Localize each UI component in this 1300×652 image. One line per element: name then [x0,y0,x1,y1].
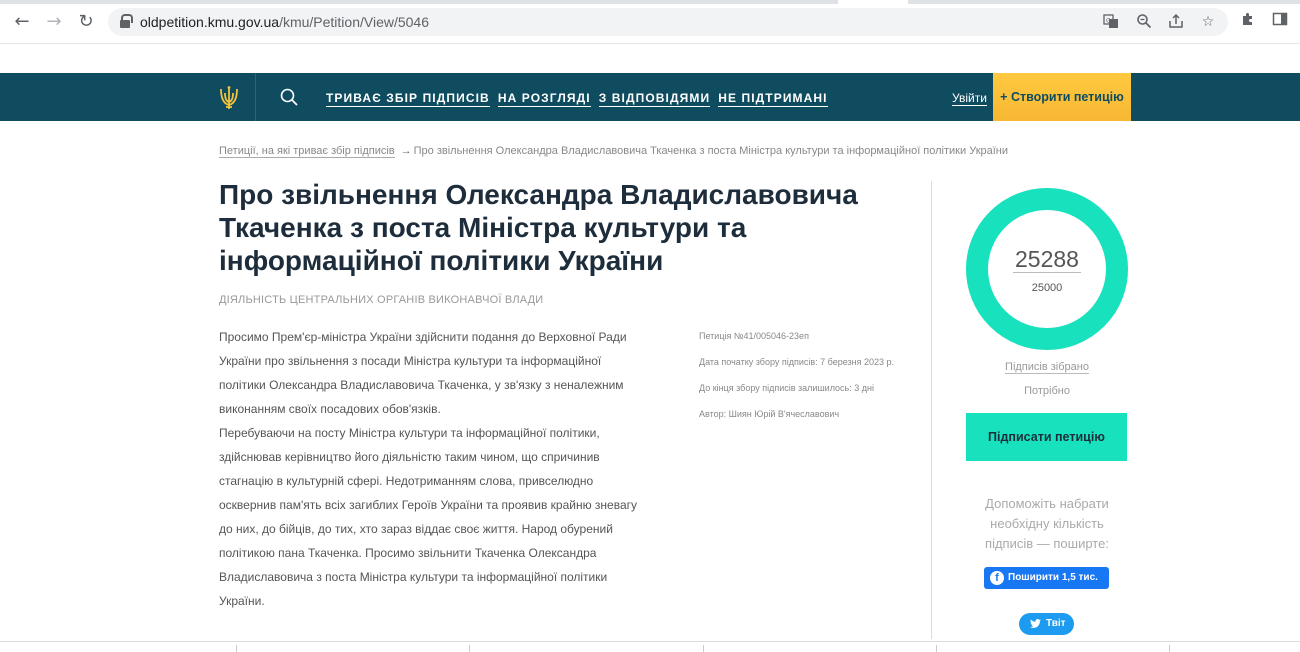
petition-title: Про звільнення Олександра Владиславовича… [219,179,858,276]
header-divider [255,73,256,121]
arrow-right-icon[interactable]: → [42,10,66,34]
needed-label: Потрібно [1024,385,1070,397]
collected-value: 25288 [1013,246,1081,273]
url-path: /kmu/Petition/View/5046 [279,14,430,30]
breadcrumb-current: Про звільнення Олександра Владиславовича… [413,145,1009,157]
breadcrumb: Петиції, на які триває збір підписів → Про… [219,145,1009,158]
signatures-needed-count: 25000 [1031,282,1063,294]
body-line: здійснював керівництво його діяльністю т… [219,450,600,464]
browser-toolbar: ← → ↻ oldpetition.kmu.gov.ua/kmu/Petitio… [0,0,1300,44]
facebook-share-label: Поширити 1,5 тис. [1008,572,1098,583]
breadcrumb-parent-link[interactable]: Петиції, на які триває збір підписів [219,145,395,158]
login-link[interactable]: Увійти [952,91,987,106]
share-icon[interactable] [1167,13,1185,31]
bottom-tick [469,645,470,652]
zoom-icon[interactable] [1135,13,1153,31]
puzzle-icon[interactable] [1238,11,1258,31]
trident-logo-icon[interactable] [218,85,240,111]
petition-meta: Петиція №41/005046-23еп Дата початку збо… [699,331,929,435]
body-line: виконанням своїх посадових обов'язків. [219,402,441,416]
search-icon[interactable] [280,88,298,106]
petition-start-date: Дата початку збору підписів: 7 березня 2… [699,357,895,367]
active-tab[interactable] [838,0,908,4]
body-line: Перебуваючи на посту Міністра культури т… [219,426,600,440]
collected-label-text: Підписів зібрано [1005,361,1089,374]
create-petition-button[interactable]: + Створити петицію [993,73,1131,121]
svg-text:G: G [1106,18,1111,25]
share-help-text: Допоможіть набрати необхідну кількість п… [985,496,1109,551]
side-panel-icon[interactable] [1270,11,1290,31]
petition-body: Просимо Прем'єр-міністра України здійсни… [219,325,689,613]
menu-item-under-review[interactable]: НА РОЗГЛЯДІ [497,91,591,107]
url-text[interactable]: oldpetition.kmu.gov.ua/kmu/Petition/View… [140,14,429,30]
signatures-collected-count: 25288 [966,246,1128,273]
menu-item-ongoing[interactable]: ТРИВАЄ ЗБІР ПІДПИСІВ [326,91,490,107]
body-line: політики Олександра Владиславовича Ткаче… [219,378,624,392]
facebook-share-button[interactable]: f Поширити 1,5 тис. [984,567,1109,589]
petition-author: Автор: Шиян Юрій В'ячеславович [699,409,840,419]
body-line: до них, до бійців, до тих, хто зараз від… [219,522,613,536]
body-line: України про звільнення з посади Міністра… [219,354,602,368]
body-line: Просимо Прем'єр-міністра України здійсни… [219,330,627,344]
petition-remaining: До кінця збору підписів залишилось: 3 дн… [699,383,874,393]
bottom-divider [0,641,1300,642]
twitter-bird-icon [1029,617,1042,630]
menu-item-not-supported[interactable]: НЕ ПІДТРИМАНІ [718,91,828,107]
body-line: політикою пана Ткаченка. Просимо звільни… [219,546,597,560]
tweet-button[interactable]: Твіт [1019,613,1074,635]
menu-item-answered[interactable]: З ВІДПОВІДЯМИ [598,91,711,107]
body-line: Владиславовича з поста Міністра культури… [219,570,608,584]
sign-petition-button[interactable]: Підписати петицію [966,413,1127,461]
bottom-tick [1169,645,1170,652]
tab-strip [0,0,1300,4]
bottom-tick [703,645,704,652]
main-menu: ТРИВАЄ ЗБІР ПІДПИСІВ НА РОЗГЛЯДІ З ВІДПО… [326,91,828,107]
collected-label: Підписів зібрано [966,361,1128,374]
facebook-icon: f [990,571,1004,585]
address-bar[interactable]: oldpetition.kmu.gov.ua/kmu/Petition/View… [108,8,1228,36]
lock-icon[interactable] [120,14,133,28]
star-icon[interactable]: ☆ [1199,13,1217,31]
body-line: осквернив пам'ять всіх загиблих Героїв У… [219,498,638,512]
bottom-tick [236,645,237,652]
reload-icon[interactable]: ↻ [74,10,98,34]
url-host: oldpetition.kmu.gov.ua [140,14,280,30]
site-header: ТРИВАЄ ЗБІР ПІДПИСІВ НА РОЗГЛЯДІ З ВІДПО… [0,73,1300,121]
bottom-tick [936,645,937,652]
body-line: України. [219,594,265,608]
breadcrumb-arrow-icon: → [400,145,412,157]
petition-number: Петиція №41/005046-23еп [699,331,809,341]
petition-category: ДІЯЛЬНІСТЬ ЦЕНТРАЛЬНИХ ОРГАНІВ ВИКОНАВЧО… [219,294,544,306]
tweet-label: Твіт [1046,618,1066,629]
body-line: стагнацію в культурній сфері. Недотриман… [219,474,594,488]
column-divider [931,181,932,639]
arrow-left-icon[interactable]: ← [10,10,34,34]
translate-icon[interactable]: G [1102,13,1120,31]
